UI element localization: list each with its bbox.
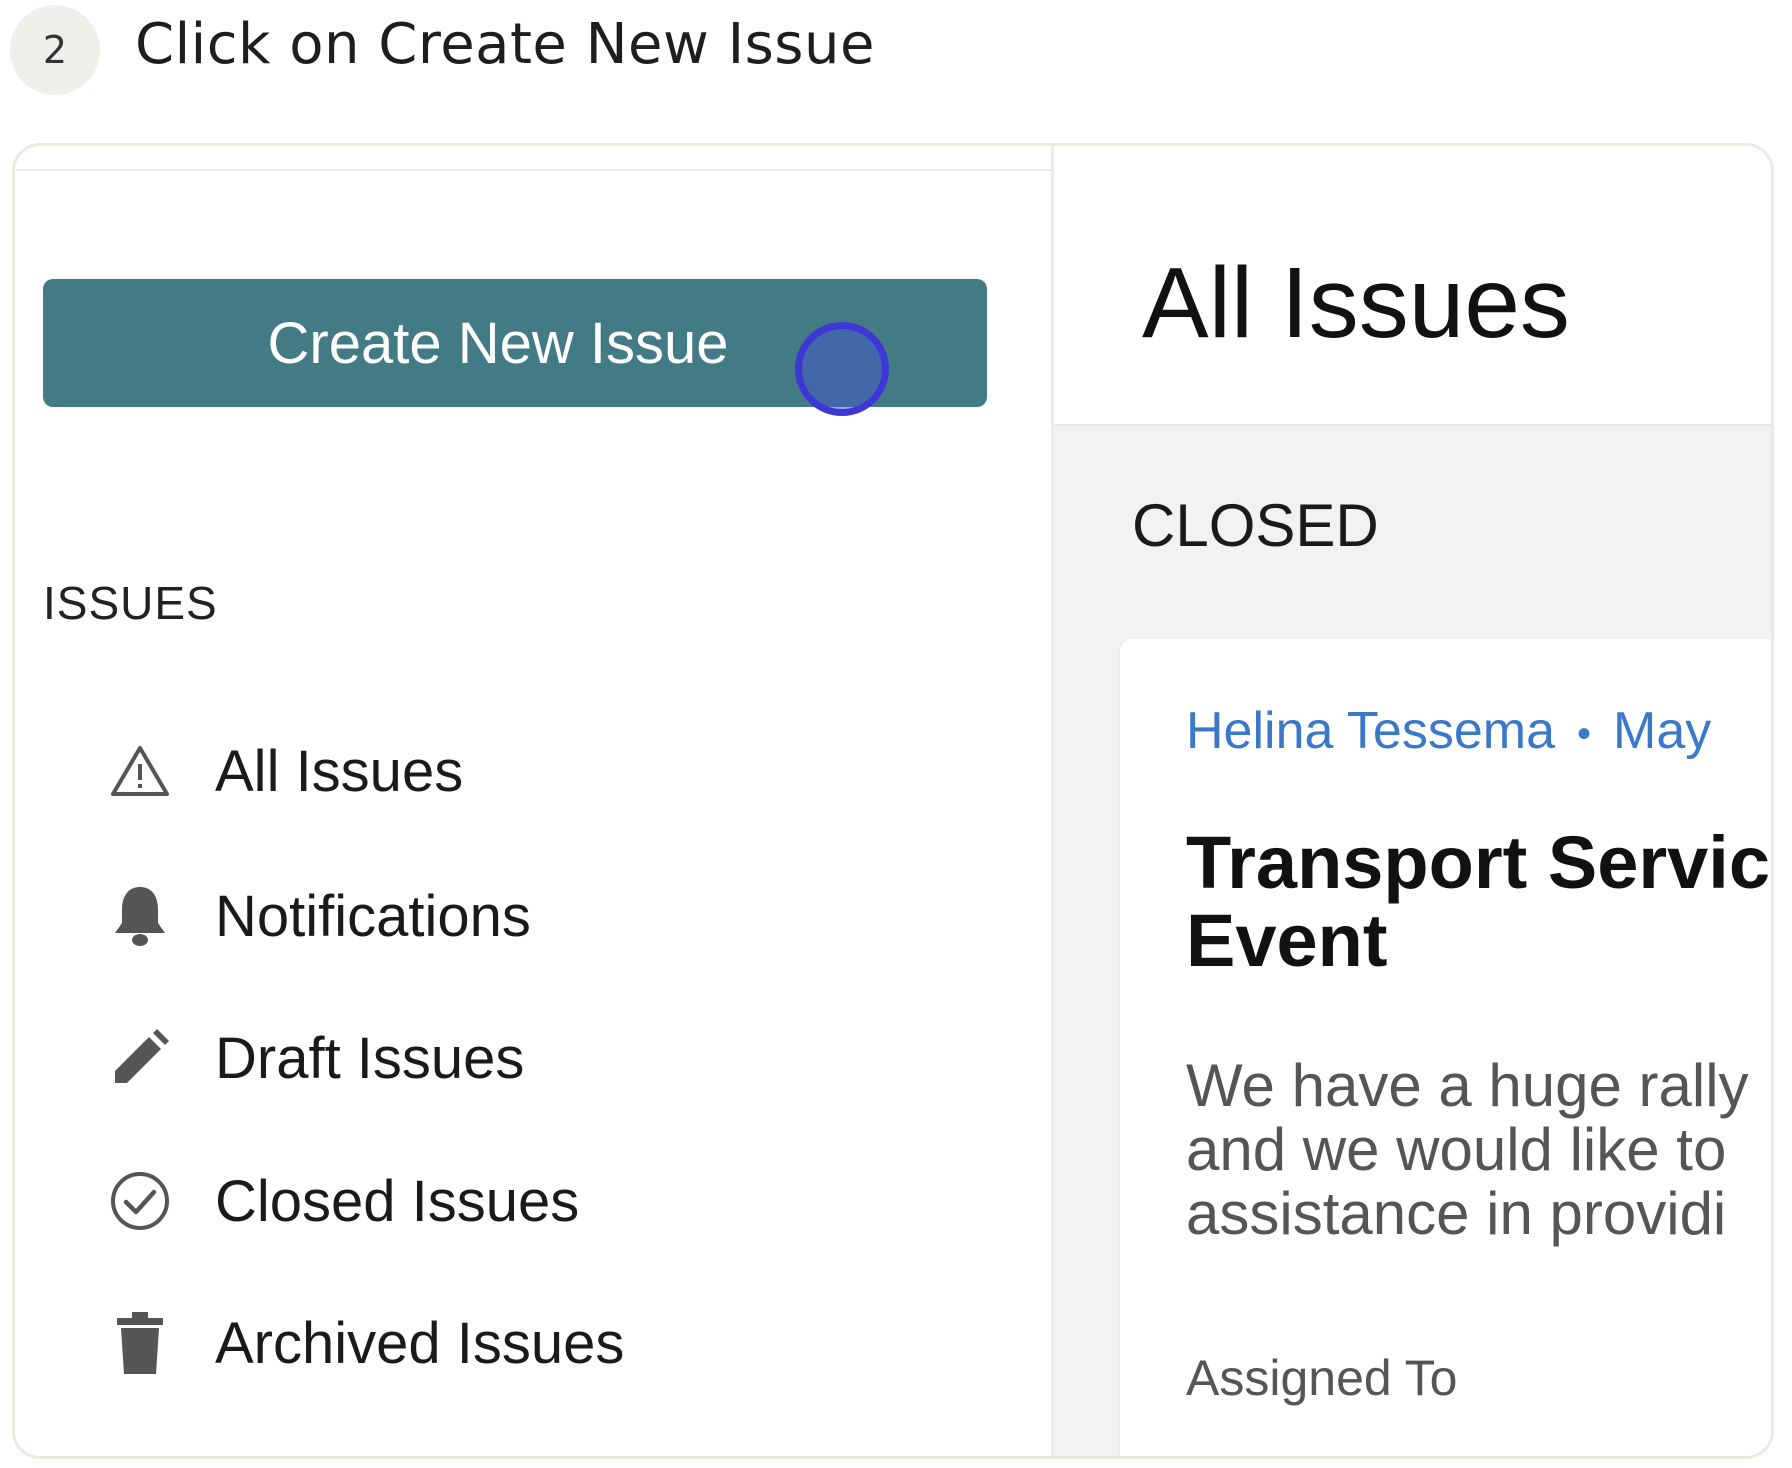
sidebar-item-label: Closed Issues — [215, 1168, 580, 1234]
issue-card-title[interactable]: Transport Servic Event — [1186, 824, 1770, 980]
page-title: All Issues — [1142, 247, 1570, 359]
description-line: and we would like to — [1186, 1116, 1727, 1183]
sidebar-divider — [15, 169, 1051, 171]
issue-card[interactable]: Helina Tessema • May Transport Servic Even… — [1120, 639, 1771, 1456]
sidebar-item-draft-issues[interactable]: Draft Issues — [105, 1018, 524, 1098]
sidebar: Create New Issue ISSUES All Issues Notif… — [15, 146, 1054, 1456]
issues-section-label: ISSUES — [43, 577, 218, 629]
assigned-to-label: Assigned To — [1186, 1350, 1458, 1406]
issue-card-meta: Helina Tessema • May — [1186, 701, 1711, 761]
sidebar-item-closed-issues[interactable]: Closed Issues — [105, 1161, 579, 1241]
click-indicator — [795, 322, 889, 416]
screenshot-frame: Create New Issue ISSUES All Issues Notif… — [12, 143, 1774, 1459]
issue-title-line: Transport Servic — [1186, 821, 1771, 904]
sidebar-item-archived-issues[interactable]: Archived Issues — [105, 1303, 624, 1383]
description-line: assistance in providi — [1186, 1180, 1727, 1247]
issue-card-description: We have a huge rally and we would like t… — [1186, 1054, 1749, 1246]
warning-triangle-icon — [105, 736, 175, 806]
description-line: We have a huge rally — [1186, 1052, 1749, 1119]
issue-title-line: Event — [1186, 899, 1388, 982]
issue-author-link[interactable]: Helina Tessema — [1186, 702, 1555, 760]
sidebar-item-label: Archived Issues — [215, 1310, 625, 1376]
pencil-icon — [105, 1023, 175, 1093]
status-group-heading: CLOSED — [1132, 492, 1379, 559]
sidebar-item-all-issues[interactable]: All Issues — [105, 731, 463, 811]
sidebar-item-label: Notifications — [215, 883, 531, 949]
sidebar-item-label: All Issues — [215, 738, 464, 804]
main-header: All Issues — [1054, 146, 1771, 426]
separator-dot: • — [1577, 711, 1592, 756]
bell-icon — [105, 881, 175, 951]
trash-icon — [105, 1308, 175, 1378]
main-content: All Issues CLOSED Helina Tessema • May Tra… — [1054, 146, 1771, 1456]
check-circle-icon — [105, 1166, 175, 1236]
sidebar-item-label: Draft Issues — [215, 1025, 525, 1091]
issue-date: May — [1613, 702, 1712, 760]
step-instruction: Click on Create New Issue — [135, 12, 875, 77]
sidebar-item-notifications[interactable]: Notifications — [105, 876, 531, 956]
step-number-badge: 2 — [10, 5, 100, 95]
